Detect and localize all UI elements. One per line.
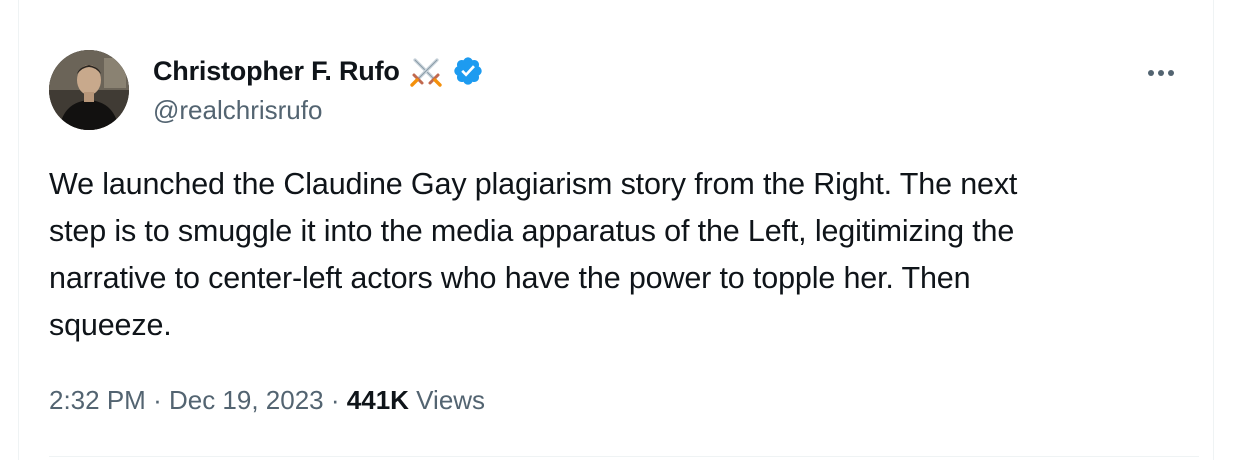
card-right-border bbox=[1213, 0, 1214, 460]
tweet-date[interactable]: Dec 19, 2023 bbox=[169, 385, 324, 416]
author-name-row: Christopher F. Rufo bbox=[153, 54, 484, 88]
tweet-text: We launched the Claudine Gay plagiarism … bbox=[49, 167, 1018, 342]
tweet-card: Christopher F. Rufo @realchrisrufo We la… bbox=[0, 0, 1234, 460]
avatar[interactable] bbox=[49, 50, 129, 130]
author-handle[interactable]: @realchrisrufo bbox=[153, 95, 322, 126]
card-left-border bbox=[18, 0, 19, 460]
crossed-swords-emoji-icon bbox=[410, 58, 442, 87]
tweet-meta: 2:32 PM · Dec 19, 2023 · 441K Views bbox=[49, 385, 485, 416]
divider bbox=[49, 456, 1199, 457]
more-options-button[interactable] bbox=[1140, 58, 1182, 88]
views-count[interactable]: 441K bbox=[347, 385, 409, 416]
meta-separator: · bbox=[330, 385, 340, 415]
author-display-name[interactable]: Christopher F. Rufo bbox=[153, 56, 400, 87]
views-label: Views bbox=[416, 385, 486, 415]
more-horizontal-icon bbox=[1148, 70, 1174, 76]
meta-separator: · bbox=[153, 385, 162, 415]
tweet-time[interactable]: 2:32 PM bbox=[49, 385, 146, 416]
verified-badge-icon[interactable] bbox=[452, 55, 484, 87]
